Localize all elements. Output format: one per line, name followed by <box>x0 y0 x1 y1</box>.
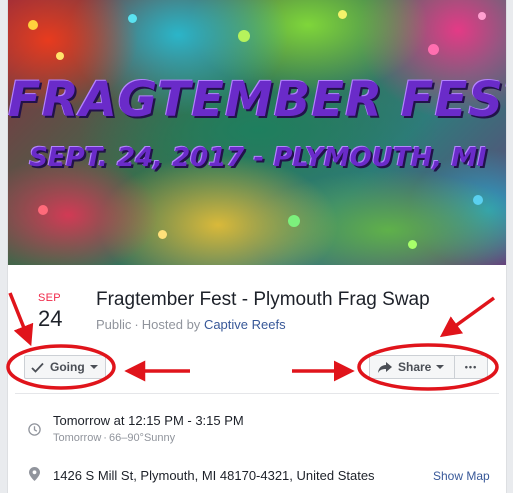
more-options-button[interactable]: ••• <box>454 355 488 379</box>
coral-polyp <box>56 52 64 60</box>
coral-polyp <box>238 30 250 42</box>
weather-separator: · <box>103 432 107 444</box>
share-arrow-icon <box>378 361 392 373</box>
weather-range: 66–90°Sunny <box>108 432 176 444</box>
share-button[interactable]: Share <box>369 355 454 379</box>
share-label: Share <box>398 360 432 374</box>
chevron-down-icon <box>89 365 98 369</box>
cover-title-art: FRAGTEMBER FEST <box>8 72 507 128</box>
event-time[interactable]: Tomorrow at 12:15 PM - 3:15 PM <box>53 413 244 428</box>
show-map-link[interactable]: Show Map <box>433 469 490 483</box>
divider <box>15 393 499 394</box>
ellipsis-icon: ••• <box>464 362 478 372</box>
going-button[interactable]: Going <box>24 355 106 379</box>
checkmark-icon <box>31 362 44 373</box>
host-link[interactable]: Captive Reefs <box>204 317 286 332</box>
weather-day: Tomorrow <box>53 432 102 444</box>
chevron-down-icon <box>436 365 445 369</box>
coral-polyp <box>38 205 48 215</box>
weather-forecast: Tomorrow · 66–90°Sunny <box>53 432 175 444</box>
coral-polyp <box>473 195 483 205</box>
clock-icon <box>28 423 41 436</box>
privacy-label: Public <box>96 317 132 332</box>
meta-separator: · <box>134 317 139 332</box>
coral-polyp <box>128 14 137 23</box>
event-date-month: SEP <box>38 292 61 304</box>
event-meta: Public · Hosted by Captive Reefs <box>96 317 286 332</box>
coral-polyp <box>428 44 439 55</box>
coral-polyp <box>28 20 38 30</box>
event-card: FRAGTEMBER FEST SEPT. 24, 2017 - PLYMOUT… <box>7 0 507 493</box>
event-address: 1426 S Mill St, Plymouth, MI 48170-4321,… <box>53 468 375 483</box>
cover-photo[interactable]: FRAGTEMBER FEST SEPT. 24, 2017 - PLYMOUT… <box>8 0 507 265</box>
event-title: Fragtember Fest - Plymouth Frag Swap <box>96 289 430 310</box>
coral-polyp <box>158 230 167 239</box>
event-date-day: 24 <box>38 306 63 331</box>
coral-polyp <box>408 240 417 249</box>
map-pin-icon <box>29 467 40 481</box>
cover-subtitle-art: SEPT. 24, 2017 - PLYMOUTH, MI <box>29 143 487 173</box>
coral-polyp <box>478 12 486 20</box>
coral-polyp <box>288 215 300 227</box>
hosted-by-label: Hosted by <box>141 317 201 332</box>
going-label: Going <box>50 360 85 374</box>
coral-polyp <box>338 10 347 19</box>
